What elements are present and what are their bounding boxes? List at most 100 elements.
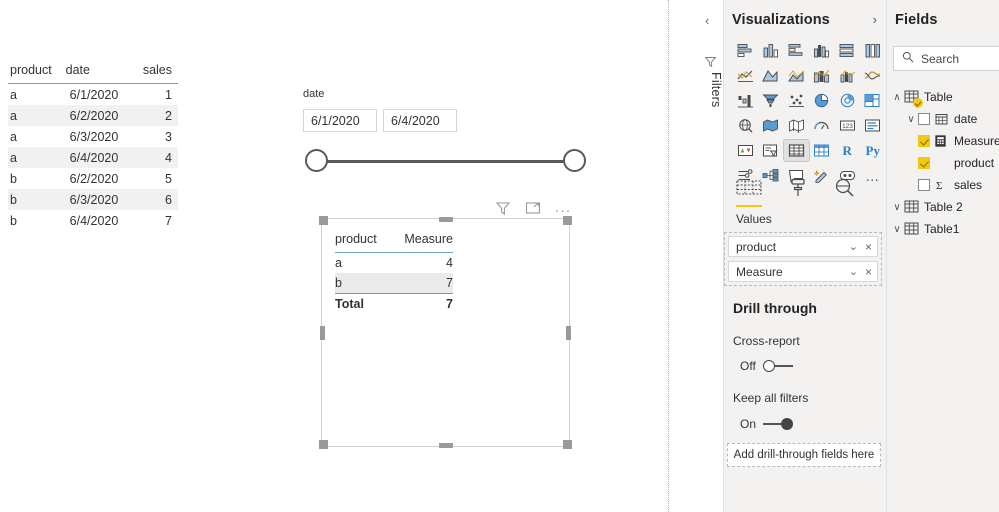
table-row-selected[interactable]: b 7 — [335, 273, 453, 294]
field-checkbox-date[interactable] — [918, 113, 930, 125]
remove-field-icon[interactable]: × — [865, 265, 872, 279]
fields-tree-item-table1[interactable]: ∨ Table1 — [890, 218, 999, 240]
line-chart-icon[interactable] — [733, 65, 758, 86]
treemap-icon[interactable] — [861, 90, 886, 111]
values-field-well[interactable]: product ⌄ × Measure ⌄ × — [724, 232, 882, 286]
cross-report-toggle[interactable] — [762, 360, 793, 372]
fields-tree-item-table-2[interactable]: ∨ Table 2 — [890, 196, 999, 218]
r-script-visual-icon[interactable]: R — [835, 140, 860, 161]
fields-tree-item-measure[interactable]: Measure — [890, 130, 999, 152]
clustered-bar-chart-icon[interactable] — [784, 40, 809, 61]
more-visuals-icon[interactable]: … — [861, 165, 886, 186]
chevron-down-icon[interactable]: ∨ — [890, 202, 904, 213]
visual-column-header-product[interactable]: product — [335, 230, 390, 253]
cross-report-toggle-row[interactable]: Off — [740, 359, 793, 373]
line-stacked-column-chart-icon[interactable] — [810, 65, 835, 86]
visual-column-header-measure[interactable]: Measure — [389, 230, 453, 253]
visualization-type-grid: 123 R Py … — [733, 40, 881, 186]
table-icon[interactable] — [783, 139, 810, 162]
donut-chart-icon[interactable] — [835, 90, 860, 111]
funnel-chart-icon[interactable] — [759, 90, 784, 111]
pie-chart-icon[interactable] — [810, 90, 835, 111]
100-stacked-bar-chart-icon[interactable] — [835, 40, 860, 61]
resize-handle-bottom-right[interactable] — [563, 440, 572, 449]
chevron-right-icon[interactable]: › — [873, 12, 877, 27]
table-visual-grid: product Measure a 4 b 7 Total 7 — [335, 230, 453, 314]
slicer-handle-start[interactable] — [305, 149, 328, 172]
filters-pane-collapsed[interactable]: ‹ Filters — [697, 0, 724, 512]
field-pill-measure[interactable]: Measure ⌄ × — [728, 261, 878, 282]
magnifier-analytics-icon[interactable] — [834, 178, 855, 207]
resize-handle-bottom-left[interactable] — [319, 440, 328, 449]
remove-field-icon[interactable]: × — [865, 240, 872, 254]
fields-tree-item-sales[interactable]: Σ sales — [890, 174, 999, 196]
table-row[interactable]: a 4 — [335, 253, 453, 274]
filter-funnel-icon[interactable] — [495, 200, 511, 216]
resize-handle-bottom-middle[interactable] — [438, 443, 453, 448]
table-row: a 6/4/2020 4 — [8, 147, 178, 168]
focus-mode-icon[interactable] — [525, 200, 541, 216]
chevron-down-icon[interactable]: ∨ — [904, 114, 918, 125]
keep-all-filters-toggle-row[interactable]: On — [740, 417, 794, 431]
slicer-handle-end[interactable] — [563, 149, 586, 172]
table-visual-container[interactable]: product Measure a 4 b 7 Total 7 — [319, 216, 572, 449]
matrix-icon[interactable] — [810, 140, 835, 161]
chevron-down-icon[interactable]: ∨ — [890, 224, 904, 235]
stacked-bar-chart-icon[interactable] — [733, 40, 758, 61]
slicer-start-date-input[interactable]: 6/1/2020 — [303, 109, 377, 132]
resize-handle-left-middle[interactable] — [320, 325, 325, 340]
resize-handle-top-left[interactable] — [319, 216, 328, 225]
chevron-left-icon[interactable]: ‹ — [705, 13, 709, 28]
fields-tree-item-product[interactable]: product — [890, 152, 999, 174]
slicer-end-date-input[interactable]: 6/4/2020 — [383, 109, 457, 132]
100-stacked-column-chart-icon[interactable] — [861, 40, 886, 61]
ribbon-chart-icon[interactable] — [861, 65, 886, 86]
field-pill-product[interactable]: product ⌄ × — [728, 236, 878, 257]
card-icon[interactable]: 123 — [835, 115, 860, 136]
svg-text:Σ: Σ — [936, 180, 942, 191]
toggle-bar — [763, 423, 783, 425]
search-icon — [902, 50, 914, 68]
search-input[interactable]: Search — [893, 46, 999, 71]
slicer-track — [320, 160, 571, 163]
gauge-icon[interactable] — [810, 115, 835, 136]
kpi-icon[interactable] — [733, 140, 758, 161]
chevron-down-icon[interactable]: ⌄ — [849, 265, 858, 278]
field-checkbox-sales[interactable] — [918, 179, 930, 191]
stacked-area-chart-icon[interactable] — [784, 65, 809, 86]
chevron-down-icon[interactable]: ⌄ — [849, 240, 858, 253]
column-header-sales: sales — [132, 60, 178, 84]
python-visual-icon[interactable]: Py — [861, 140, 886, 161]
more-options-icon[interactable]: ... — [555, 200, 571, 215]
slicer-icon[interactable] — [759, 140, 784, 161]
map-icon[interactable] — [733, 115, 758, 136]
slicer-track-area[interactable] — [303, 144, 588, 180]
shape-map-icon[interactable] — [784, 115, 809, 136]
line-clustered-column-chart-icon[interactable] — [835, 65, 860, 86]
cell-sales: 7 — [165, 213, 172, 228]
drill-through-drop-zone[interactable]: Add drill-through fields here — [727, 443, 881, 467]
field-checkbox-product[interactable] — [918, 157, 930, 169]
clustered-column-chart-icon[interactable] — [810, 40, 835, 61]
scatter-chart-icon[interactable] — [784, 90, 809, 111]
keep-all-filters-toggle[interactable] — [763, 418, 794, 430]
field-checkbox-measure[interactable] — [918, 135, 930, 147]
fields-tree-item-date[interactable]: ∨ date — [890, 108, 999, 130]
fields-grid-icon[interactable] — [736, 179, 762, 207]
resize-handle-top-right[interactable] — [563, 216, 572, 225]
paint-roller-icon[interactable] — [788, 178, 808, 207]
multi-row-card-icon[interactable] — [861, 115, 886, 136]
cell-measure: 4 — [446, 256, 453, 270]
waterfall-chart-icon[interactable] — [733, 90, 758, 111]
fields-tree-item-table[interactable]: ∧ Table — [890, 86, 999, 108]
table-header-row: product date sales — [8, 60, 178, 84]
filled-map-icon[interactable] — [759, 115, 784, 136]
resize-handle-top-middle[interactable] — [438, 217, 453, 222]
resize-handle-right-middle[interactable] — [566, 325, 571, 340]
chevron-up-icon[interactable]: ∧ — [890, 92, 904, 103]
stacked-column-chart-icon[interactable] — [759, 40, 784, 61]
cell-product: b — [335, 273, 390, 294]
date-slicer[interactable]: date 6/1/2020 6/4/2020 — [303, 88, 588, 180]
area-chart-icon[interactable] — [759, 65, 784, 86]
visualizations-pane-header: Visualizations › — [724, 0, 886, 28]
